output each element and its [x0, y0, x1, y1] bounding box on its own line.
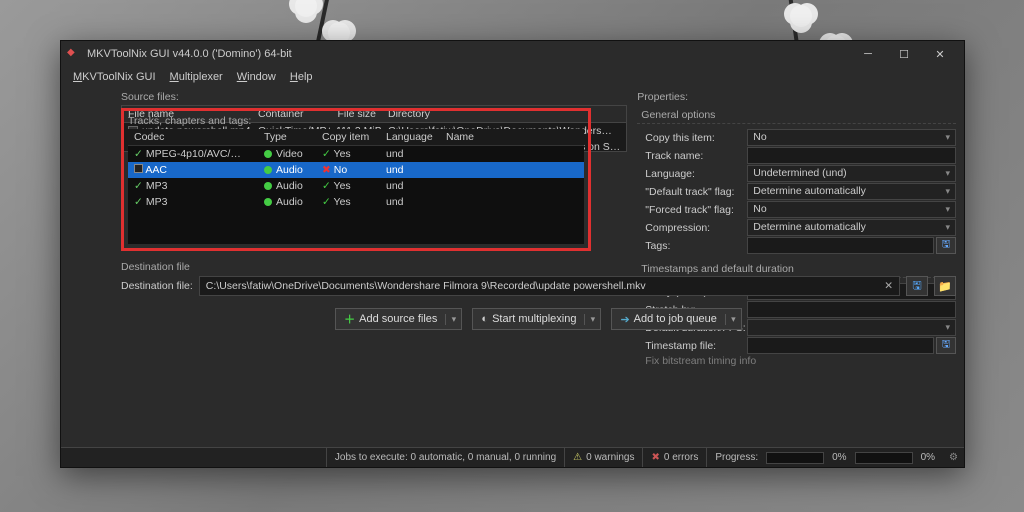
property-value[interactable]: No▾ — [747, 201, 956, 218]
property-row: Tags: 🖫 — [637, 237, 956, 254]
property-row: Copy this item: No▾ — [637, 129, 956, 146]
status-led-icon — [264, 166, 272, 174]
warning-icon: ⚠ — [573, 452, 582, 463]
check-icon: ✓ — [134, 148, 143, 160]
property-label: Fix bitstream timing info — [637, 355, 756, 367]
status-progress: Progress:0%0% — [706, 448, 943, 467]
destination-value: C:\Users\fatiw\OneDrive\Documents\Wonder… — [206, 280, 646, 292]
property-value[interactable]: Undetermined (und)▾ — [747, 165, 956, 182]
titlebar[interactable]: ◆ MKVToolNix GUI v44.0.0 ('Domino') 64-b… — [61, 41, 964, 67]
record-icon: ◐ — [481, 313, 488, 325]
clear-icon[interactable]: ✕ — [884, 280, 893, 292]
app-icon: ◆ — [67, 47, 81, 61]
track-row[interactable]: ✓ MPEG-4p10/AVC/… Video ✓ Yes und — [128, 146, 584, 162]
tracks-label: Tracks, chapters and tags: — [128, 115, 584, 127]
action-bar: ＋Add source files▾ ◐Start multiplexing▾ … — [121, 308, 956, 330]
property-row: Timestamp file: 🖫 — [637, 337, 956, 354]
property-value[interactable] — [747, 237, 934, 254]
status-bar: Jobs to execute: 0 automatic, 0 manual, … — [61, 447, 964, 467]
menu-item[interactable]: Multiplexer — [164, 69, 229, 85]
property-row: Track name: — [637, 147, 956, 164]
browse-dest-button[interactable]: 🖫 — [906, 276, 928, 296]
property-label: "Forced track" flag: — [637, 204, 747, 216]
check-icon: ✓ — [322, 148, 331, 160]
status-led-icon — [264, 182, 272, 190]
property-label: Tags: — [637, 240, 747, 252]
sources-label: Source files: — [121, 91, 627, 103]
property-label: Timestamp file: — [637, 340, 747, 352]
tracks-table[interactable]: Codec Type Copy item Language Name ✓ MPE… — [128, 129, 584, 244]
chevron-down-icon[interactable]: ▾ — [945, 166, 950, 181]
check-icon: ✓ — [322, 180, 331, 192]
property-row: Compression: Determine automatically▾ — [637, 219, 956, 236]
maximize-button[interactable]: ☐ — [886, 41, 922, 67]
chevron-down-icon[interactable]: ▾ — [945, 130, 950, 145]
error-icon: ✖ — [651, 452, 659, 463]
destination-input[interactable]: C:\Users\fatiw\OneDrive\Documents\Wonder… — [199, 276, 900, 296]
check-icon: ✓ — [134, 196, 143, 208]
property-row: "Default track" flag: Determine automati… — [637, 183, 956, 200]
property-label: Compression: — [637, 222, 747, 234]
track-row[interactable]: ✓ MP3 Audio ✓ Yes und — [128, 178, 584, 194]
col-codec[interactable]: Codec — [128, 129, 258, 145]
property-value[interactable] — [747, 147, 956, 164]
property-label: "Default track" flag: — [637, 186, 747, 198]
property-value[interactable] — [747, 337, 934, 354]
property-value[interactable]: Determine automatically▾ — [747, 219, 956, 236]
recent-dest-button[interactable]: 📁 — [934, 276, 956, 296]
col-copy[interactable]: Copy item — [316, 129, 380, 145]
general-options-header: General options — [637, 107, 956, 124]
menubar: MKVToolNix GUIMultiplexerWindowHelp — [61, 67, 964, 87]
chevron-down-icon[interactable]: ▾ — [945, 202, 950, 217]
status-led-icon — [264, 150, 272, 158]
property-label: Copy this item: — [637, 132, 747, 144]
check-icon: ✓ — [322, 196, 331, 208]
property-value[interactable]: Determine automatically▾ — [747, 183, 956, 200]
checkbox-icon[interactable] — [134, 164, 143, 173]
property-value[interactable]: No▾ — [747, 129, 956, 146]
status-jobs: Jobs to execute: 0 automatic, 0 manual, … — [326, 448, 564, 467]
chevron-down-icon[interactable]: ▾ — [445, 314, 461, 325]
minimize-button[interactable]: ─ — [850, 41, 886, 67]
add-to-job-queue-button[interactable]: ➔Add to job queue▾ — [611, 308, 741, 330]
track-row[interactable]: AAC Audio ✖ No und — [128, 162, 584, 178]
browse-button[interactable]: 🖫 — [936, 337, 956, 354]
status-led-icon — [264, 198, 272, 206]
tracks-panel-highlight: Tracks, chapters and tags: Codec Type Co… — [121, 108, 591, 251]
destination-label: Destination file — [121, 261, 956, 273]
col-type[interactable]: Type — [258, 129, 316, 145]
status-warnings[interactable]: ⚠0 warnings — [564, 448, 642, 467]
plus-icon: ＋ — [344, 311, 355, 327]
menu-item[interactable]: Window — [231, 69, 282, 85]
col-name[interactable]: Name — [440, 129, 584, 145]
arrow-right-icon: ➔ — [620, 313, 629, 326]
status-errors[interactable]: ✖0 errors — [642, 448, 706, 467]
browse-button[interactable]: 🖫 — [936, 237, 956, 254]
start-multiplexing-button[interactable]: ◐Start multiplexing▾ — [472, 308, 601, 330]
properties-panel: Properties: General options Copy this it… — [637, 91, 956, 251]
settings-icon[interactable]: ⚙ — [943, 452, 964, 463]
destination-field-label: Destination file: — [121, 280, 193, 292]
window-title: MKVToolNix GUI v44.0.0 ('Domino') 64-bit — [87, 48, 292, 60]
chevron-down-icon[interactable]: ▾ — [945, 184, 950, 199]
menu-item[interactable]: MKVToolNix GUI — [67, 69, 162, 85]
check-icon: ✓ — [134, 180, 143, 192]
chevron-down-icon[interactable]: ▾ — [725, 314, 741, 325]
chevron-down-icon[interactable]: ▾ — [945, 220, 950, 235]
app-window: ◆ MKVToolNix GUI v44.0.0 ('Domino') 64-b… — [60, 40, 965, 468]
cross-icon: ✖ — [322, 164, 331, 176]
destination-section: Destination file Destination file: C:\Us… — [121, 261, 956, 296]
chevron-down-icon[interactable]: ▾ — [584, 314, 600, 325]
property-row: "Forced track" flag: No▾ — [637, 201, 956, 218]
add-source-files-button[interactable]: ＋Add source files▾ — [335, 308, 462, 330]
properties-header: Properties: — [637, 91, 956, 103]
col-language[interactable]: Language — [380, 129, 440, 145]
property-label: Language: — [637, 168, 747, 180]
close-button[interactable]: ✕ — [922, 41, 958, 67]
track-row[interactable]: ✓ MP3 Audio ✓ Yes und — [128, 194, 584, 210]
property-label: Track name: — [637, 150, 747, 162]
menu-item[interactable]: Help — [284, 69, 319, 85]
property-row: Language: Undetermined (und)▾ — [637, 165, 956, 182]
